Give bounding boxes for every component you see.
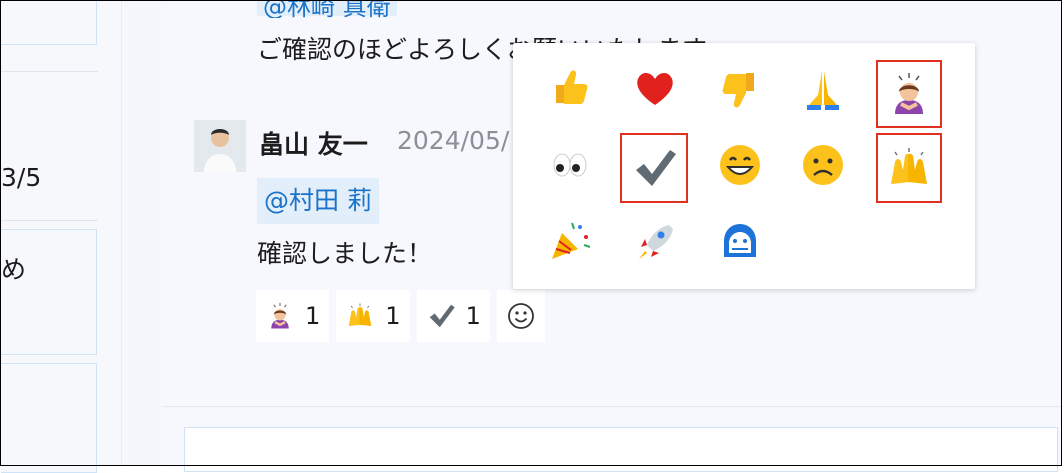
screenshot-frame	[0, 0, 1062, 466]
